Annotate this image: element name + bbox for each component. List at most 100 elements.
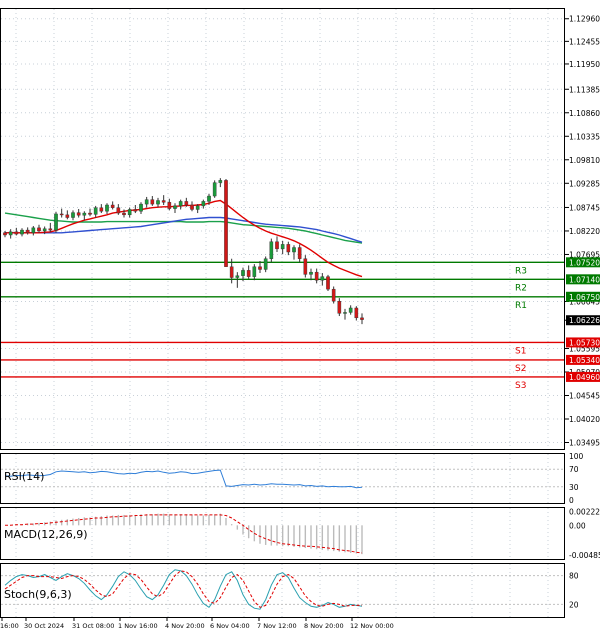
price-tick-label: 1.08745 — [569, 203, 600, 212]
time-tick-label: 30 Oct 2024 — [24, 622, 64, 630]
candle-body — [65, 214, 70, 218]
candle-body — [246, 270, 251, 277]
candle-body — [14, 231, 19, 235]
candle-body — [292, 247, 296, 253]
candle-body — [76, 212, 81, 216]
candle-body — [116, 207, 121, 214]
level-price-label: 1.05730 — [569, 338, 600, 347]
candle-body — [54, 213, 58, 231]
candle-body — [303, 258, 308, 275]
level-name-r3: R3 — [515, 266, 527, 276]
price-tick-label: 1.04020 — [569, 415, 600, 424]
chart-svg: R3 R2 R1 S1 S2 S3 1.12960 1.12455 1.11950 1.1138… — [0, 0, 600, 632]
rsi-tick-label: 70 — [569, 465, 579, 474]
price-tick-label: 1.10335 — [569, 132, 600, 141]
price-tick-label: 1.03495 — [569, 439, 600, 448]
price-tick-label: 1.11950 — [569, 60, 600, 69]
candle-body — [190, 204, 194, 210]
candle — [54, 211, 58, 233]
candle-body — [173, 205, 177, 209]
macd-label: MACD(12,26,9) — [4, 528, 88, 541]
candle-body — [122, 212, 126, 216]
candle-body — [139, 203, 143, 212]
candle-body — [184, 201, 189, 206]
level-name-r1: R1 — [515, 301, 527, 311]
candle-body — [263, 258, 268, 270]
candle-body — [326, 276, 330, 290]
candle-body — [150, 199, 155, 205]
candle-body — [48, 228, 53, 231]
candle-body — [161, 200, 166, 203]
candle-body — [71, 212, 75, 218]
candle-body — [207, 195, 211, 202]
candle-body — [348, 307, 353, 313]
candle — [326, 274, 330, 291]
rsi-label: RSI(14) — [4, 470, 44, 483]
candle-body — [144, 199, 149, 205]
candle-body — [88, 212, 92, 215]
level-price-label: 1.07140 — [569, 275, 600, 284]
candle-body — [110, 204, 115, 208]
candle-body — [195, 205, 200, 210]
candle-body — [178, 201, 183, 207]
macd-tick-label: 0.00 — [569, 521, 586, 530]
level-price-label: 1.07520 — [569, 258, 600, 267]
candle-body — [31, 227, 36, 233]
candle-body — [167, 202, 172, 209]
candle-body — [105, 204, 109, 212]
candle — [269, 238, 274, 263]
candle-body — [229, 266, 234, 278]
candle-body — [156, 200, 160, 205]
candle-body — [99, 207, 104, 212]
price-tick-label: 1.12455 — [569, 37, 600, 46]
candle-body — [42, 228, 47, 232]
time-tick-label: 6 Nov 04:00 — [210, 622, 250, 630]
candle-body — [82, 212, 87, 216]
candle-body — [275, 241, 279, 250]
price-tick-label: 1.09810 — [569, 156, 600, 165]
level-price-label: 1.06750 — [569, 293, 600, 302]
price-tick-label: 1.12960 — [569, 15, 600, 24]
candle-body — [8, 231, 13, 236]
rsi-tick-label: 0 — [569, 496, 574, 505]
candle-body — [201, 201, 206, 207]
time-tick-label: 16:00 — [0, 622, 19, 630]
stoch-tick-label: 80 — [569, 572, 579, 581]
candle-body — [133, 209, 138, 212]
candle-body — [258, 266, 262, 270]
candle-body — [320, 276, 325, 281]
time-tick-label: 7 Nov 12:00 — [257, 622, 297, 630]
price-tick-label: 1.11385 — [569, 85, 600, 94]
candle-body — [3, 232, 7, 236]
candle-body — [360, 317, 364, 320]
time-tick-label: 1 Nov 16:00 — [118, 622, 158, 630]
candle — [331, 286, 336, 304]
time-tick-label: 8 Nov 20:00 — [304, 622, 344, 630]
candle-body — [218, 180, 223, 183]
candle-body — [314, 271, 319, 281]
time-tick-label: 4 Nov 20:00 — [165, 622, 205, 630]
macd-tick-label: 0.002229 — [569, 508, 600, 517]
candle-body — [25, 229, 30, 233]
price-tick-label: 1.08220 — [569, 227, 600, 236]
price-tick-label: 1.09285 — [569, 179, 600, 188]
candle-body — [212, 182, 217, 197]
time-tick-label: 12 Nov 00:00 — [350, 622, 394, 630]
level-name-s1: S1 — [515, 346, 526, 356]
level-price-label: 1.04960 — [569, 373, 600, 382]
candle-body — [343, 312, 347, 314]
candle-body — [59, 213, 64, 216]
candle-body — [93, 207, 98, 215]
candle-body — [241, 270, 245, 276]
macd-tick-label: -0.004858 — [569, 551, 600, 560]
stoch-label: Stoch(9,6,3) — [4, 588, 72, 601]
candle — [224, 179, 228, 267]
candle-body — [20, 229, 24, 235]
candle-body — [127, 209, 132, 216]
candle-body — [224, 180, 228, 267]
current-price-label: 1.06226 — [569, 316, 600, 325]
candle-body — [309, 271, 313, 275]
rsi-tick-label: 30 — [569, 483, 579, 492]
rsi-tick-label: 100 — [569, 452, 584, 461]
candle-body — [337, 301, 342, 314]
